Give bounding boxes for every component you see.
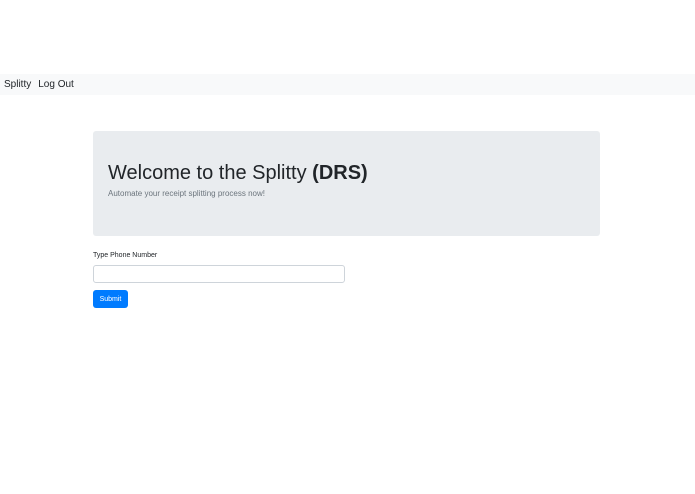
phone-input[interactable] — [93, 265, 345, 283]
page-title-bold: (DRS) — [312, 162, 368, 184]
navbar: Splitty Log Out — [0, 74, 695, 95]
nav-brand-link[interactable]: Splitty — [4, 79, 31, 90]
page-title-prefix: Welcome to the Splitty — [108, 162, 313, 184]
lead-text: Automate your receipt splitting process … — [108, 189, 265, 198]
nav-logout-link[interactable]: Log Out — [38, 79, 74, 90]
page-title: Welcome to the Splitty (DRS) — [108, 161, 585, 185]
welcome-jumbotron: Welcome to the Splitty (DRS) Automate yo… — [93, 131, 600, 236]
phone-label: Type Phone Number — [93, 252, 158, 259]
submit-button[interactable]: Submit — [93, 290, 128, 308]
